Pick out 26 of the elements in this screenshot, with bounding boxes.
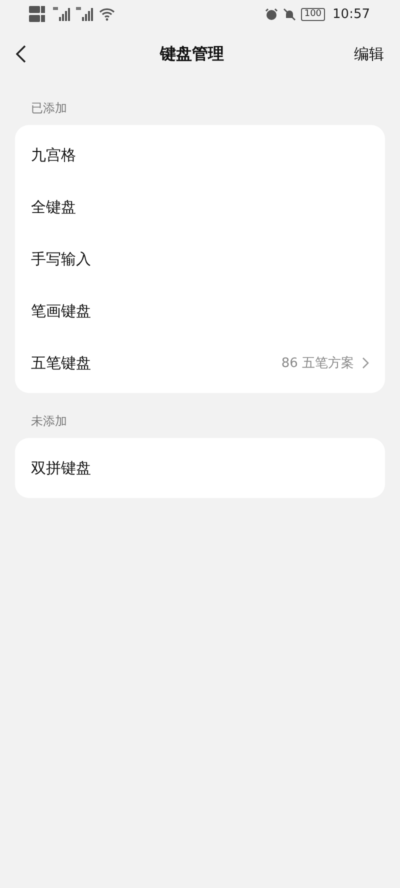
keyboard-item[interactable]: 五笔键盘 86 五笔方案 — [15, 337, 385, 389]
page-title: 键盘管理 — [160, 44, 224, 64]
alarm-icon — [265, 8, 278, 20]
keyboard-name: 手写输入 — [31, 250, 92, 268]
keyboard-name: 九宫格 — [31, 146, 77, 164]
clock-time: 10:57 — [332, 6, 370, 22]
section-label: 未添加 — [30, 413, 68, 430]
keyboard-item[interactable]: 双拼键盘 — [15, 442, 385, 494]
section-label: 已添加 — [30, 100, 68, 117]
keyboard-name: 全键盘 — [31, 198, 77, 216]
battery-level: 100 — [301, 8, 325, 20]
keyboard-item[interactable]: 九宫格 — [15, 129, 385, 181]
keyboard-scheme: 86 五笔方案 — [281, 355, 354, 372]
keyboard-name: 笔画键盘 — [31, 302, 92, 320]
keyboard-item[interactable]: 手写输入 — [15, 233, 385, 285]
keyboard-item[interactable]: 笔画键盘 — [15, 285, 385, 337]
bell-muted-icon — [283, 8, 296, 20]
signal-icon — [76, 7, 94, 21]
keyboard-item[interactable]: 全键盘 — [15, 181, 385, 233]
wifi-icon — [99, 7, 115, 21]
back-icon — [16, 45, 26, 63]
edit-button[interactable]: 编辑 — [354, 44, 384, 64]
keyboard-name: 五笔键盘 — [31, 354, 92, 372]
chevron-icon — [362, 357, 369, 369]
keyboard-name: 双拼键盘 — [31, 458, 92, 478]
signal-icon — [53, 7, 71, 21]
